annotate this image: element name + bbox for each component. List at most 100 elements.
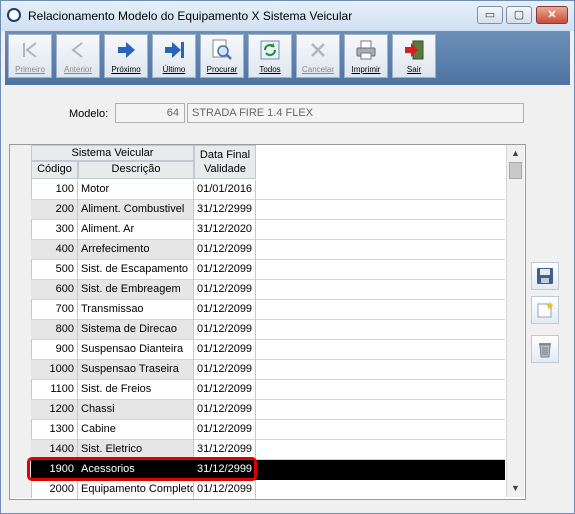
code-cell[interactable]: 500 (31, 260, 78, 280)
date-cell[interactable]: 01/12/2099 (194, 340, 256, 360)
code-cell[interactable]: 1300 (31, 420, 78, 440)
code-cell[interactable]: 1000 (31, 360, 78, 380)
table-row[interactable]: 300 Aliment. Ar 31/12/2020 (31, 220, 505, 240)
close-button[interactable]: ✕ (536, 6, 568, 24)
table-row[interactable]: 800 Sistema de Direcao 01/12/2099 (31, 320, 505, 340)
save-button[interactable] (531, 262, 559, 290)
exit-button[interactable]: Sair (392, 34, 436, 78)
date-cell[interactable]: 31/12/2999 (194, 200, 256, 220)
empty-cell[interactable] (256, 340, 505, 360)
table-row[interactable]: 100 Motor 01/01/2016 (31, 180, 505, 200)
last-button[interactable]: Último (152, 34, 196, 78)
previous-button[interactable]: Anterior (56, 34, 100, 78)
date-cell[interactable]: 01/12/2099 (194, 400, 256, 420)
table-row[interactable]: 400 Arrefecimento 01/12/2099 (31, 240, 505, 260)
description-cell[interactable]: Sist. de Embreagem (78, 280, 194, 300)
empty-cell[interactable] (256, 180, 505, 200)
all-button[interactable]: Todos (248, 34, 292, 78)
table-row[interactable]: 600 Sist. de Embreagem 01/12/2099 (31, 280, 505, 300)
table-row[interactable]: 1300 Cabine 01/12/2099 (31, 420, 505, 440)
column-header-codigo[interactable]: Código (31, 161, 78, 179)
description-cell[interactable]: Suspensao Dianteira (78, 340, 194, 360)
vertical-scrollbar[interactable]: ▲ ▼ (506, 145, 524, 497)
date-cell[interactable]: 01/12/2099 (194, 360, 256, 380)
code-cell[interactable]: 700 (31, 300, 78, 320)
empty-cell[interactable] (256, 220, 505, 240)
description-cell[interactable]: Aliment. Ar (78, 220, 194, 240)
empty-cell[interactable] (256, 240, 505, 260)
table-row[interactable]: 1200 Chassi 01/12/2099 (31, 400, 505, 420)
empty-cell[interactable] (256, 200, 505, 220)
table-row[interactable]: 700 Transmissao 01/12/2099 (31, 300, 505, 320)
new-record-button[interactable] (531, 296, 559, 324)
description-cell[interactable]: Arrefecimento (78, 240, 194, 260)
delete-button[interactable] (531, 335, 559, 363)
print-button[interactable]: Imprimir (344, 34, 388, 78)
date-cell[interactable]: 01/12/2099 (194, 380, 256, 400)
empty-cell[interactable] (256, 480, 505, 499)
modelo-code-field[interactable]: 64 (115, 103, 185, 123)
code-cell[interactable]: 100 (31, 180, 78, 200)
empty-cell[interactable] (256, 280, 505, 300)
date-cell[interactable]: 01/01/2016 (194, 180, 256, 200)
description-cell[interactable]: Sist. de Escapamento (78, 260, 194, 280)
empty-cell[interactable] (256, 440, 505, 460)
code-cell[interactable]: 1100 (31, 380, 78, 400)
printer-icon (356, 40, 376, 60)
code-cell[interactable]: 300 (31, 220, 78, 240)
description-cell[interactable]: Motor (78, 180, 194, 200)
description-cell[interactable]: Equipamento Completo (78, 480, 194, 499)
empty-cell[interactable] (256, 320, 505, 340)
date-cell[interactable]: 01/12/2099 (194, 300, 256, 320)
modelo-name-field[interactable]: STRADA FIRE 1.4 FLEX (187, 103, 524, 123)
date-cell[interactable]: 01/12/2099 (194, 260, 256, 280)
column-header-data-final-validade[interactable]: Data Final Validade (194, 145, 256, 179)
date-cell[interactable]: 01/12/2099 (194, 420, 256, 440)
scroll-down-icon[interactable]: ▼ (507, 480, 524, 496)
code-cell[interactable]: 900 (31, 340, 78, 360)
maximize-button[interactable]: ▢ (506, 6, 532, 24)
scroll-up-icon[interactable]: ▲ (507, 145, 524, 161)
description-cell[interactable]: Cabine (78, 420, 194, 440)
window-title: Relacionamento Modelo do Equipamento X S… (28, 9, 353, 23)
date-cell[interactable]: 01/12/2099 (194, 240, 256, 260)
description-cell[interactable]: Transmissao (78, 300, 194, 320)
next-button[interactable]: Próximo (104, 34, 148, 78)
table-row[interactable]: 500 Sist. de Escapamento 01/12/2099 (31, 260, 505, 280)
scroll-thumb[interactable] (509, 162, 522, 179)
empty-cell[interactable] (256, 260, 505, 280)
code-cell[interactable]: 400 (31, 240, 78, 260)
description-cell[interactable]: Sistema de Direcao (78, 320, 194, 340)
empty-cell[interactable] (256, 360, 505, 380)
empty-cell[interactable] (256, 380, 505, 400)
date-cell[interactable]: 01/12/2099 (194, 480, 256, 499)
empty-cell[interactable] (256, 300, 505, 320)
date-cell[interactable]: 31/12/2020 (194, 220, 256, 240)
empty-cell[interactable] (256, 420, 505, 440)
minimize-button[interactable]: ▭ (477, 6, 503, 24)
code-cell[interactable]: 2000 (31, 480, 78, 499)
search-button[interactable]: Procurar (200, 34, 244, 78)
code-cell[interactable]: 800 (31, 320, 78, 340)
empty-cell[interactable] (256, 460, 505, 480)
column-header-descricao[interactable]: Descrição (78, 161, 194, 179)
table-row[interactable]: 1100 Sist. de Freios 01/12/2099 (31, 380, 505, 400)
code-cell[interactable]: 200 (31, 200, 78, 220)
title-bar[interactable]: Relacionamento Modelo do Equipamento X S… (1, 1, 574, 31)
description-cell[interactable]: Suspensao Traseira (78, 360, 194, 380)
description-cell[interactable]: Chassi (78, 400, 194, 420)
first-record-icon (23, 42, 37, 58)
date-cell[interactable]: 01/12/2099 (194, 280, 256, 300)
description-cell[interactable]: Aliment. Combustivel (78, 200, 194, 220)
table-row[interactable]: 1000 Suspensao Traseira 01/12/2099 (31, 360, 505, 380)
table-row[interactable]: 200 Aliment. Combustivel 31/12/2999 (31, 200, 505, 220)
cancel-button[interactable]: Cancelar (296, 34, 340, 78)
code-cell[interactable]: 1200 (31, 400, 78, 420)
date-cell[interactable]: 01/12/2099 (194, 320, 256, 340)
table-row[interactable]: 900 Suspensao Dianteira 01/12/2099 (31, 340, 505, 360)
empty-cell[interactable] (256, 400, 505, 420)
first-button[interactable]: Primeiro (8, 34, 52, 78)
table-row[interactable]: 2000 Equipamento Completo 01/12/2099 (31, 480, 505, 499)
code-cell[interactable]: 600 (31, 280, 78, 300)
description-cell[interactable]: Sist. de Freios (78, 380, 194, 400)
